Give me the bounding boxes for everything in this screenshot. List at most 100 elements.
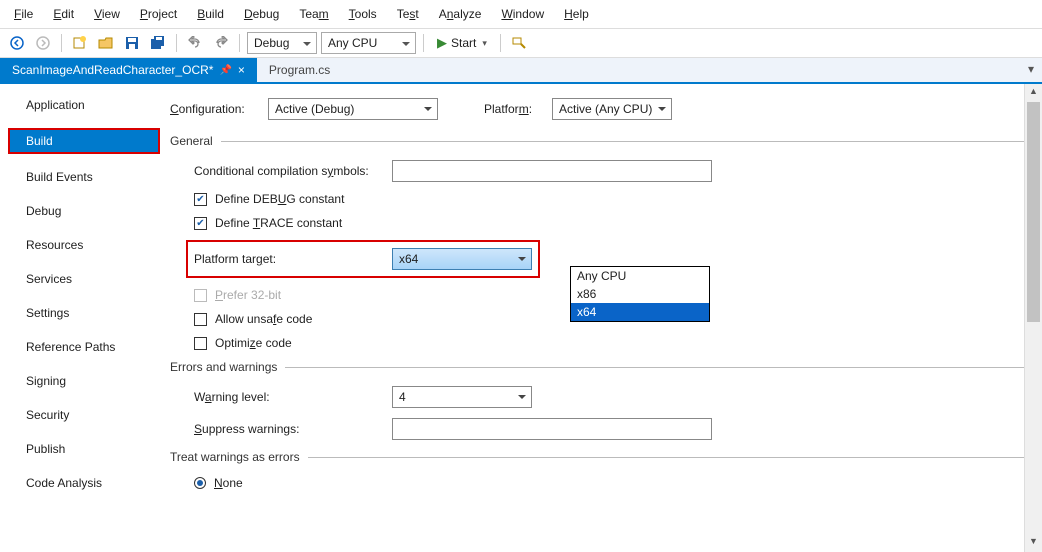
allow-unsafe-checkbox[interactable] (194, 313, 207, 326)
define-trace-row: ✔ Define TRACE constant (194, 216, 1038, 230)
platform-combo[interactable]: Active (Any CPU) (552, 98, 672, 120)
find-icon[interactable] (508, 32, 530, 54)
sidebar-item-settings[interactable]: Settings (18, 302, 160, 324)
sidebar-item-build-events[interactable]: Build Events (18, 166, 160, 188)
treat-none-radio[interactable] (194, 477, 206, 489)
warning-level-combo[interactable]: 4 (392, 386, 532, 408)
platform-dropdown[interactable]: Any CPU (321, 32, 416, 54)
suppress-warnings-input[interactable] (392, 418, 712, 440)
menu-build[interactable]: Build (189, 4, 232, 24)
platform-option-anycpu[interactable]: Any CPU (571, 267, 709, 285)
platform-label: Platform: (484, 102, 544, 116)
define-trace-label: Define TRACE constant (215, 216, 342, 230)
prefer-32bit-checkbox (194, 289, 207, 302)
scroll-thumb[interactable] (1027, 102, 1040, 322)
sidebar-item-debug[interactable]: Debug (18, 200, 160, 222)
sidebar-item-services[interactable]: Services (18, 268, 160, 290)
platform-dropdown-value: Any CPU (328, 36, 377, 50)
menu-help[interactable]: Help (556, 4, 597, 24)
platform-target-label: Platform target: (194, 252, 384, 266)
group-errors: Errors and warnings (170, 360, 1038, 374)
separator (423, 34, 424, 52)
group-general: General (170, 134, 1038, 148)
toolbar: Debug Any CPU ▶ Start ▾ (0, 29, 1042, 58)
config-dropdown-value: Debug (254, 36, 289, 50)
play-icon: ▶ (437, 35, 447, 51)
sidebar-item-application[interactable]: Application (18, 94, 160, 116)
menu-file[interactable]: File (6, 4, 41, 24)
allow-unsafe-label: Allow unsafe code (215, 312, 312, 326)
pin-icon[interactable]: 📌 (219, 65, 231, 76)
menu-analyze[interactable]: Analyze (431, 4, 490, 24)
define-trace-checkbox[interactable]: ✔ (194, 217, 207, 230)
open-icon[interactable] (95, 32, 117, 54)
suppress-warnings-label: Suppress warnings: (194, 422, 384, 436)
platform-target-row: Platform target: x64 (186, 240, 540, 278)
optimize-checkbox[interactable] (194, 337, 207, 350)
config-row: Configuration: Active (Debug) Platform: … (170, 98, 1038, 120)
undo-icon[interactable] (184, 32, 206, 54)
start-label: Start (451, 36, 476, 50)
nav-back-icon[interactable] (6, 32, 28, 54)
prefer-32bit-label: Prefer 32-bit (215, 288, 281, 302)
config-dropdown[interactable]: Debug (247, 32, 317, 54)
menu-edit[interactable]: Edit (45, 4, 82, 24)
conditional-symbols-label: Conditional compilation symbols: (194, 164, 384, 178)
scroll-down-icon[interactable]: ▼ (1029, 536, 1038, 550)
separator (176, 34, 177, 52)
start-button[interactable]: ▶ Start ▾ (431, 32, 493, 54)
vertical-scrollbar[interactable]: ▲ ▼ (1024, 84, 1042, 552)
page-body: Application Build Build Events Debug Res… (0, 84, 1042, 552)
platform-target-combo[interactable]: x64 (392, 248, 532, 270)
menu-test[interactable]: Test (389, 4, 427, 24)
tab-label: ScanImageAndReadCharacter_OCR* (12, 63, 213, 77)
save-icon[interactable] (121, 32, 143, 54)
properties-sidebar: Application Build Build Events Debug Res… (0, 84, 160, 552)
menu-window[interactable]: Window (493, 4, 552, 24)
menu-view[interactable]: View (86, 4, 128, 24)
tab-project-properties[interactable]: ScanImageAndReadCharacter_OCR* 📌 × (0, 58, 257, 82)
redo-icon[interactable] (210, 32, 232, 54)
save-all-icon[interactable] (147, 32, 169, 54)
menu-debug[interactable]: Debug (236, 4, 287, 24)
chevron-down-icon: ▾ (482, 38, 487, 49)
close-icon[interactable]: × (238, 63, 245, 77)
nav-fwd-icon[interactable] (32, 32, 54, 54)
tab-program-cs[interactable]: Program.cs (257, 58, 342, 82)
optimize-label: Optimize code (215, 336, 292, 350)
define-debug-row: ✔ Define DEBUG constant (194, 192, 1038, 206)
conditional-symbols-row: Conditional compilation symbols: (194, 160, 1038, 182)
sidebar-item-signing[interactable]: Signing (18, 370, 160, 392)
separator (61, 34, 62, 52)
sidebar-item-code-analysis[interactable]: Code Analysis (18, 472, 160, 494)
menu-bar: File Edit View Project Build Debug Team … (0, 0, 1042, 29)
platform-option-x64[interactable]: x64 (571, 303, 709, 321)
tabs-overflow-icon[interactable]: ▾ (1020, 58, 1042, 82)
separator (500, 34, 501, 52)
scroll-up-icon[interactable]: ▲ (1029, 86, 1038, 100)
tab-label: Program.cs (269, 63, 330, 77)
conditional-symbols-input[interactable] (392, 160, 712, 182)
define-debug-checkbox[interactable]: ✔ (194, 193, 207, 206)
define-debug-label: Define DEBUG constant (215, 192, 344, 206)
document-tabs: ScanImageAndReadCharacter_OCR* 📌 × Progr… (0, 58, 1042, 84)
configuration-label: Configuration: (170, 102, 260, 116)
configuration-combo[interactable]: Active (Debug) (268, 98, 438, 120)
group-treat-warnings: Treat warnings as errors (170, 450, 1038, 464)
sidebar-item-security[interactable]: Security (18, 404, 160, 426)
suppress-warnings-row: Suppress warnings: (194, 418, 1038, 440)
treat-none-row: None (194, 476, 1038, 490)
build-page: Configuration: Active (Debug) Platform: … (160, 84, 1042, 552)
sidebar-item-publish[interactable]: Publish (18, 438, 160, 460)
menu-tools[interactable]: Tools (341, 4, 385, 24)
warning-level-row: Warning level: 4 (194, 386, 1038, 408)
menu-project[interactable]: Project (132, 4, 185, 24)
sidebar-item-resources[interactable]: Resources (18, 234, 160, 256)
sidebar-item-reference-paths[interactable]: Reference Paths (18, 336, 160, 358)
sidebar-item-build[interactable]: Build (8, 128, 160, 154)
menu-team[interactable]: Team (291, 4, 336, 24)
platform-option-x86[interactable]: x86 (571, 285, 709, 303)
new-project-icon[interactable] (69, 32, 91, 54)
warning-level-label: Warning level: (194, 390, 384, 404)
optimize-row: Optimize code (194, 336, 1038, 350)
